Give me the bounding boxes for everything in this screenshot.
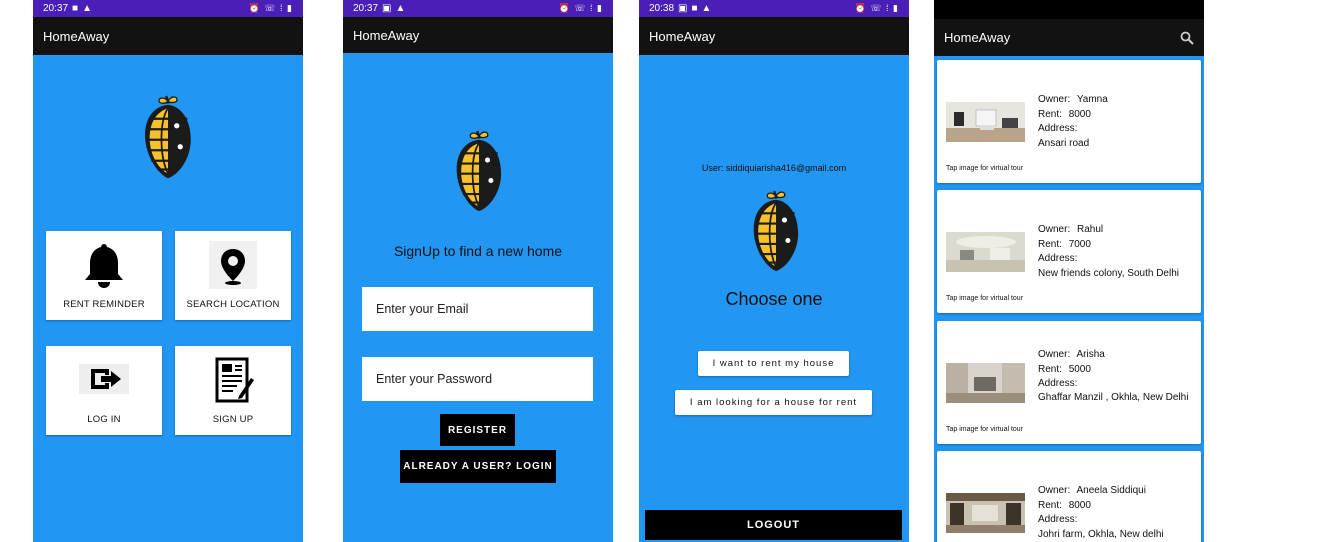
app-bar: HomeAway — [639, 17, 909, 55]
address-value: Ansari road — [1038, 137, 1090, 149]
app-title: HomeAway — [649, 28, 716, 44]
listing-info: Owner: Yamna Rent: 8000 Address: Ansari … — [1038, 93, 1198, 151]
owner-value: Aneela Siddiqui — [1076, 485, 1146, 496]
rent-value: 5000 — [1068, 363, 1091, 375]
choose-screen: 20:38 ▣ ■ ▲ ⏰ ☏ ⁞ ▮ HomeAway User: siddi… — [639, 0, 909, 542]
tile-label-search-location: SEARCH LOCATION — [186, 299, 280, 310]
already-user-login-button[interactable]: ALREADY A USER? LOGIN — [400, 450, 556, 483]
user-email-text: User: siddiquiarisha416@gmail.com — [701, 163, 847, 173]
email-field[interactable]: Enter your Email — [362, 287, 593, 331]
hive-logo — [455, 129, 503, 213]
address-label: Address: — [1038, 514, 1078, 525]
owner-value: Yamna — [1076, 94, 1108, 105]
listing-card[interactable]: Owner: Yamna Rent: 8000 Address: Ansari … — [937, 60, 1201, 183]
choose-heading: Choose one — [725, 289, 823, 309]
address-value: New friends colony, South Delhi — [1038, 267, 1179, 279]
search-location-tile[interactable]: SEARCH LOCATION — [175, 231, 291, 320]
status-icons: ⏰ ☏ ⁞ ▮ — [248, 3, 293, 13]
virtual-tour-hint: Tap image for virtual tour — [946, 295, 1024, 302]
room-thumbnail[interactable] — [946, 102, 1025, 142]
folder-icon: ■ — [691, 3, 698, 14]
status-bar: 20:38 ▣ ■ ▲ ⏰ ☏ ⁞ ▮ — [639, 0, 909, 17]
rent-label: Rent: — [1038, 499, 1062, 511]
room-thumbnail[interactable] — [946, 363, 1025, 403]
listing-card[interactable]: Owner: Rahul Rent: 7000 Address: New fri… — [937, 190, 1201, 313]
address-value: Ghaffar Manzil , Okhla, New Delhi — [1038, 391, 1189, 403]
listing-info: Owner: Rahul Rent: 7000 Address: New fri… — [1038, 223, 1198, 281]
hive-logo — [143, 94, 193, 180]
app-bar: HomeAway — [343, 17, 613, 53]
room-thumbnail[interactable] — [946, 493, 1025, 533]
virtual-tour-hint: Tap image for virtual tour — [946, 426, 1024, 433]
document-pen-icon — [215, 357, 254, 403]
looking-for-house-button[interactable]: I am looking for a house for rent — [675, 390, 872, 415]
tile-label-sign-up: SIGN UP — [212, 414, 254, 425]
app-title: HomeAway — [944, 30, 1011, 45]
tile-label-log-in: LOG IN — [87, 414, 121, 425]
address-label: Address: — [1038, 253, 1078, 264]
status-bar: 20:37 ■ ▲ ⏰ ☏ ⁞ ▮ — [33, 0, 303, 17]
app-title: HomeAway — [353, 27, 420, 43]
owner-label: Owner: — [1038, 485, 1071, 496]
rent-my-house-button[interactable]: I want to rent my house — [698, 351, 849, 376]
virtual-tour-hint: Tap image for virtual tour — [946, 165, 1024, 172]
listing-card[interactable]: Owner: Aneela Siddiqui Rent: 8000 Addres… — [937, 451, 1201, 542]
location-pin-icon — [209, 241, 257, 289]
rent-label: Rent: — [1038, 363, 1062, 375]
address-label: Address: — [1038, 378, 1078, 389]
password-field[interactable]: Enter your Password — [362, 357, 593, 401]
warning-icon: ▲ — [395, 3, 406, 14]
app-bar: HomeAway — [934, 19, 1204, 56]
warning-icon: ▲ — [701, 3, 712, 14]
rent-label: Rent: — [1038, 238, 1062, 250]
status-time: 20:37 — [353, 3, 379, 14]
status-time: 20:38 — [649, 3, 675, 14]
rent-label: Rent: — [1038, 108, 1062, 120]
listings-screen: HomeAway Owner: Yamna Rent: 8000 Address… — [934, 0, 1204, 542]
room-thumbnail[interactable] — [946, 232, 1025, 272]
owner-value: Rahul — [1077, 224, 1104, 235]
logout-button[interactable]: LOGOUT — [645, 510, 902, 540]
address-value: Johri farm, Okhla, New delhi — [1038, 528, 1164, 540]
app-title: HomeAway — [43, 28, 110, 44]
home-screen: 20:37 ■ ▲ ⏰ ☏ ⁞ ▮ HomeAway RENT REMINDER… — [33, 0, 303, 542]
status-bar: 20:37 ▣ ▲ ⏰ ☏ ⁞ ▮ — [343, 0, 613, 17]
register-button[interactable]: REGISTER — [440, 414, 515, 446]
owner-label: Owner: — [1038, 94, 1071, 105]
folder-icon: ■ — [72, 3, 79, 14]
warning-icon: ▲ — [82, 3, 92, 14]
status-icons: ⏰ ☏ ⁞ ▮ — [558, 3, 603, 13]
status-icons: ⏰ ☏ ⁞ ▮ — [854, 3, 899, 13]
app-bar: HomeAway — [33, 17, 303, 55]
status-time: 20:37 — [43, 3, 69, 14]
bell-icon — [85, 244, 123, 288]
owner-label: Owner: — [1038, 349, 1071, 360]
rent-value: 8000 — [1068, 108, 1091, 120]
rent-value: 8000 — [1068, 499, 1091, 511]
search-icon[interactable] — [1180, 31, 1194, 45]
listing-info: Owner: Arisha Rent: 5000 Address: Ghaffa… — [1038, 348, 1198, 403]
status-bar — [934, 0, 1204, 19]
hive-logo — [752, 189, 800, 273]
owner-value: Arisha — [1076, 349, 1105, 360]
sign-up-tile[interactable]: SIGN UP — [175, 346, 291, 435]
listing-info: Owner: Aneela Siddiqui Rent: 8000 Addres… — [1038, 484, 1198, 542]
image-icon: ▣ — [382, 3, 392, 14]
image-icon: ▣ — [678, 3, 688, 14]
login-arrow-icon — [79, 364, 129, 394]
rent-reminder-tile[interactable]: RENT REMINDER — [46, 231, 162, 320]
log-in-tile[interactable]: LOG IN — [46, 346, 162, 435]
signup-screen: 20:37 ▣ ▲ ⏰ ☏ ⁞ ▮ HomeAway SignUp to fin… — [343, 0, 613, 542]
owner-label: Owner: — [1038, 224, 1071, 235]
address-label: Address: — [1038, 123, 1078, 134]
signup-heading: SignUp to find a new home — [393, 243, 563, 259]
rent-value: 7000 — [1068, 238, 1091, 250]
listing-card[interactable]: Owner: Arisha Rent: 5000 Address: Ghaffa… — [937, 321, 1201, 444]
tile-label-rent-reminder: RENT REMINDER — [63, 299, 145, 310]
